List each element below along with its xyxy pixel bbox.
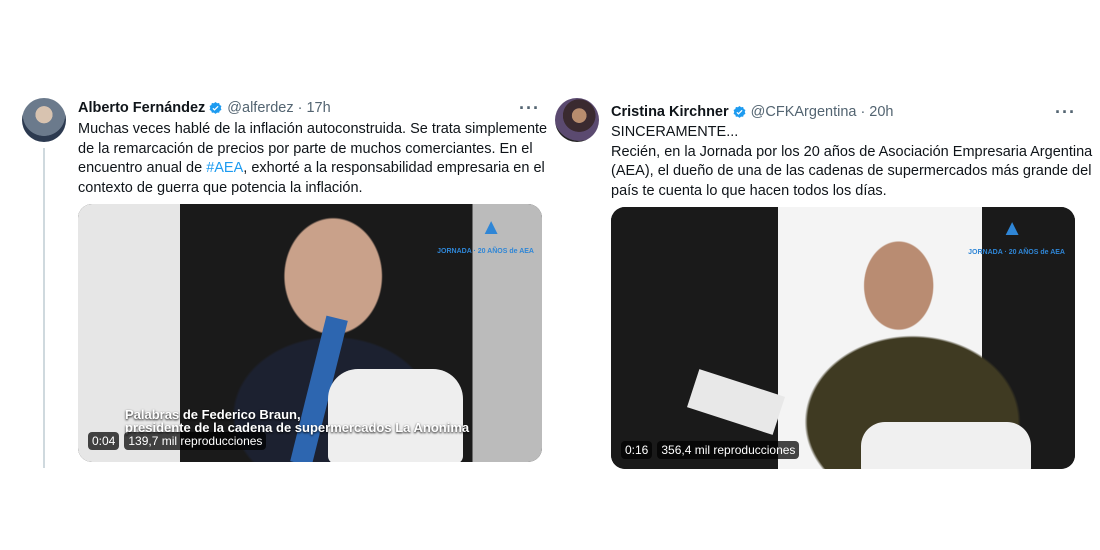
video-info-bar: 0:16 356,4 mil reproducciones	[621, 441, 800, 459]
video-duration: 0:04	[88, 432, 120, 450]
tweet-text: Muchas veces hablé de la inflación autoc…	[78, 120, 548, 198]
verified-badge-icon	[733, 105, 746, 118]
aea-logo-icon: ▲	[480, 214, 502, 239]
tweet-cfkargentina[interactable]: Cristina Kirchner @CFKArgentina · 20h ··…	[555, 92, 1093, 472]
author-name[interactable]: Cristina Kirchner	[611, 104, 729, 120]
verified-badge-icon	[209, 101, 222, 114]
aea-logo-text: JORNADA · 20 AÑOS de AEA	[968, 249, 1065, 256]
tweet-text: SINCERAMENTE... Recién, en la Jornada po…	[611, 123, 1093, 201]
tweet-text-line: contexto de guerra que potencia la infla…	[78, 179, 363, 196]
video-info-bar: 0:04 139,7 mil reproducciones	[88, 432, 267, 450]
tweet-text-line: encuentro anual de #AEA, exhorté a la re…	[78, 159, 545, 179]
aea-logo-icon: ▲	[1001, 215, 1023, 240]
hashtag-link[interactable]: #AEA	[206, 160, 243, 176]
avatar[interactable]	[22, 98, 66, 142]
more-options-icon[interactable]: ···	[1055, 102, 1076, 123]
tweet-text-line: país te cuenta lo que hacen todos los dí…	[611, 182, 887, 199]
video-caption: Palabras de Federico Braun, presidente d…	[125, 408, 469, 434]
video-duration: 0:16	[621, 441, 653, 459]
video-views: 139,7 mil reproducciones	[124, 432, 267, 450]
tweet-text-line: Recién, en la Jornada por los 20 años de…	[611, 143, 1093, 160]
separator-dot: ·	[860, 104, 866, 120]
timestamp[interactable]: 17h	[306, 100, 330, 116]
tweet-text-line: de la remarcación de precios por parte d…	[78, 140, 533, 157]
tweet-header: Alberto Fernández @alferdez · 17h	[78, 98, 331, 118]
tweet-header: Cristina Kirchner @CFKArgentina · 20h	[611, 102, 894, 122]
author-handle[interactable]: @alferdez	[227, 100, 293, 116]
video-player[interactable]: ▲ JORNADA · 20 AÑOS de AEA 0:16 356,4 mi…	[611, 207, 1075, 469]
tweet-text-line: SINCERAMENTE...	[611, 124, 739, 140]
more-options-icon[interactable]: ···	[519, 98, 540, 119]
aea-logo-text: JORNADA · 20 AÑOS de AEA	[437, 248, 534, 255]
author-name[interactable]: Alberto Fernández	[78, 100, 205, 116]
tweet-text-segment: encuentro anual de	[78, 160, 207, 176]
video-views: 356,4 mil reproducciones	[657, 441, 800, 459]
author-handle[interactable]: @CFKArgentina	[751, 104, 857, 120]
tweet-alferdez[interactable]: Alberto Fernández @alferdez · 17h ··· Mu…	[22, 92, 548, 472]
timestamp[interactable]: 20h	[869, 104, 893, 120]
video-frame-detail	[861, 422, 1031, 469]
video-frame	[611, 207, 1075, 469]
tweet-text-line: Muchas veces hablé de la inflación autoc…	[78, 121, 548, 137]
tweet-text-line: (AEA), el dueño de una de las cadenas de…	[611, 163, 1092, 179]
video-frame-detail	[687, 369, 785, 435]
tweet-text-segment: , exhorté a la responsabilidad empresari…	[243, 160, 545, 176]
thread-line	[43, 148, 45, 468]
avatar[interactable]	[555, 98, 599, 142]
separator-dot: ·	[297, 100, 303, 116]
video-player[interactable]: ▲ JORNADA · 20 AÑOS de AEA Palabras de F…	[78, 204, 542, 462]
